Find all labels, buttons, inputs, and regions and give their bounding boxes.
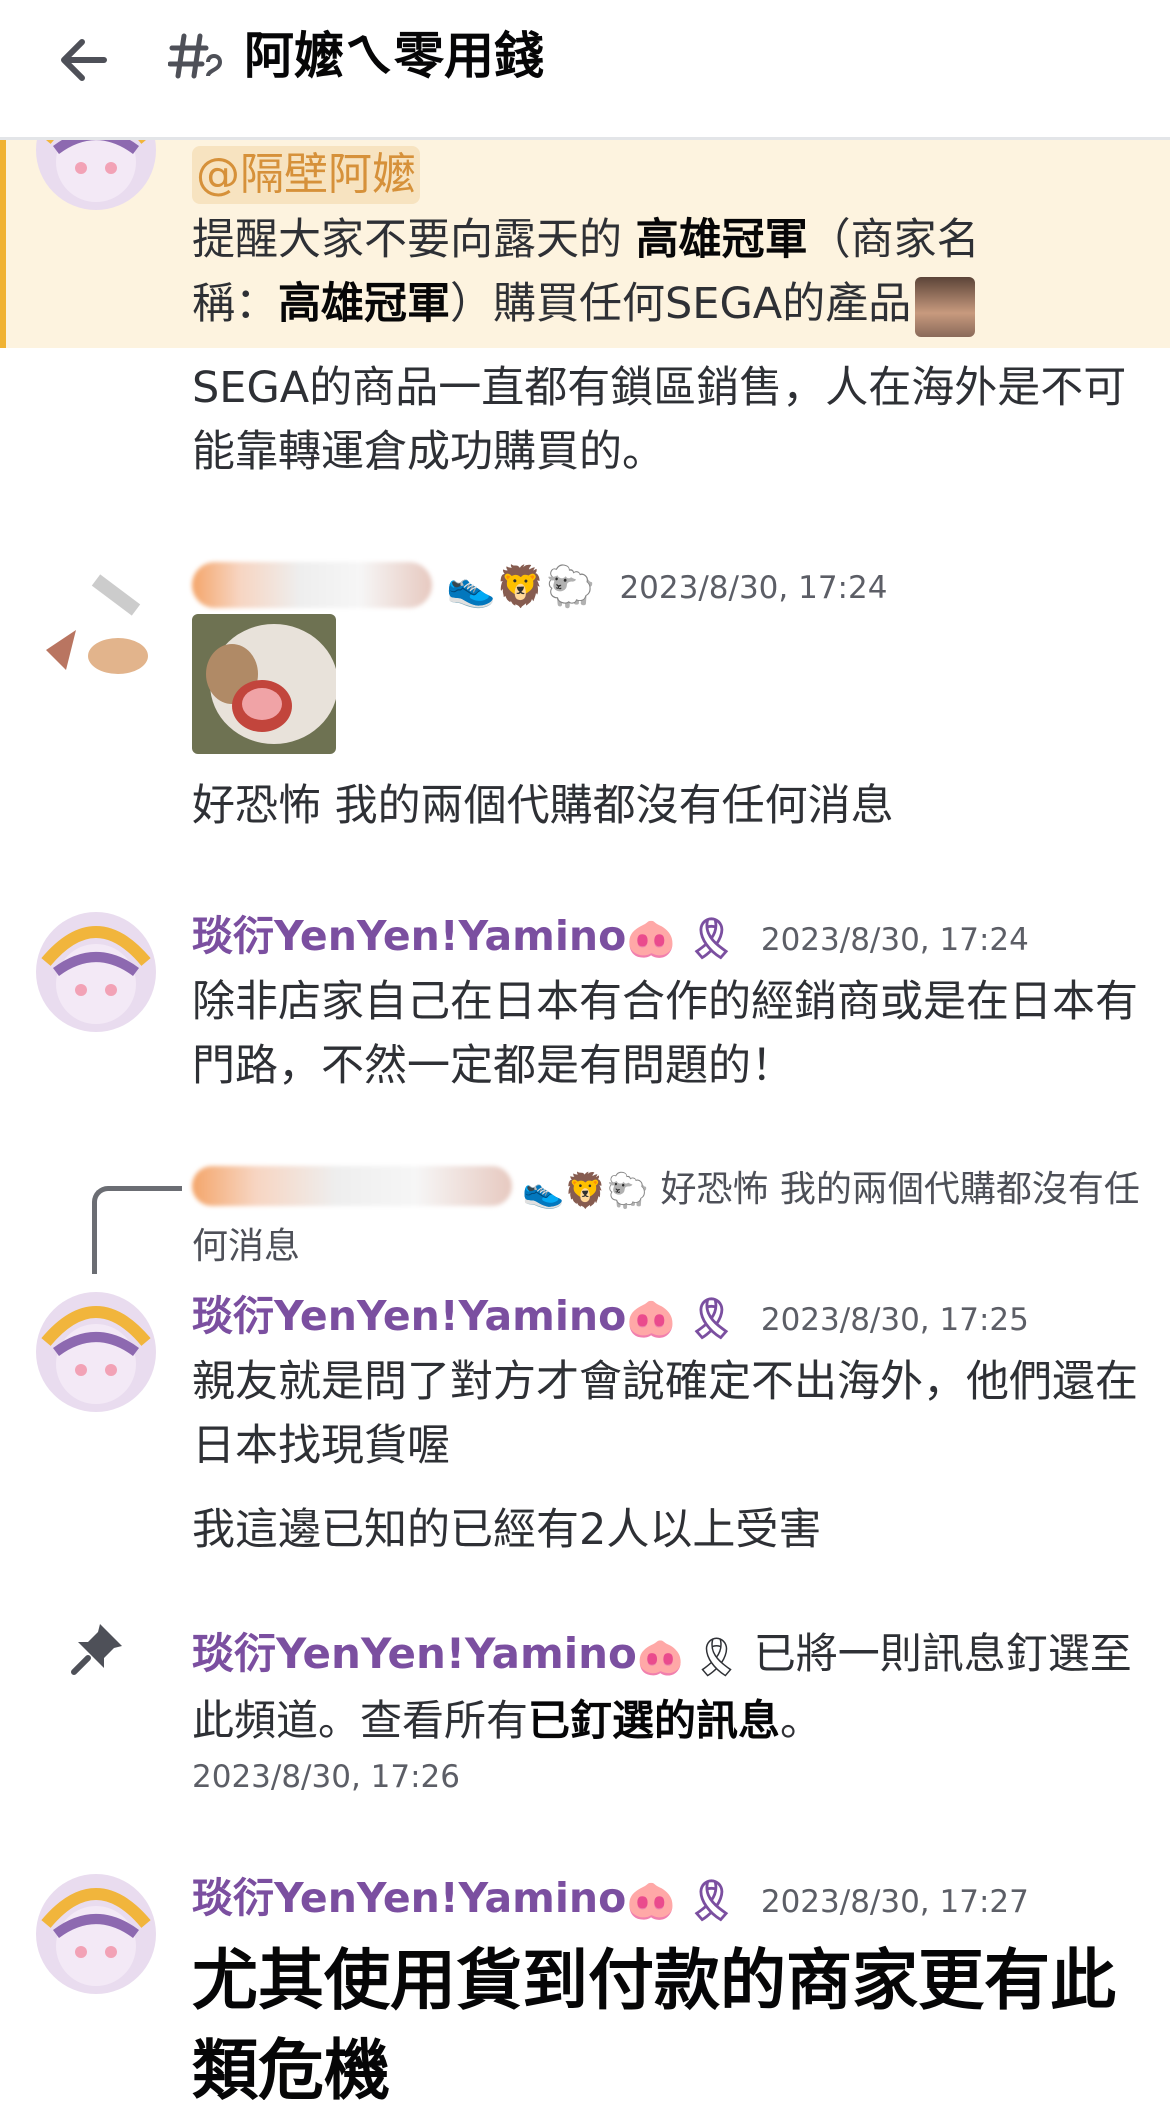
username-text: 琰衍YenYen!Yamino xyxy=(192,1292,627,1340)
yellow-ribbon-emoji: 🎗 xyxy=(692,1634,741,1679)
avatar-image xyxy=(36,560,156,680)
pig-nose-emoji: 🐽 xyxy=(626,1296,677,1342)
sheep-emoji: 🐑 xyxy=(606,1171,650,1211)
text-segment: 。 xyxy=(780,1695,823,1745)
system-message: 琰衍YenYen!Yamino🐽 🎗 已將一則訊息釘選至此頻道。查看所有已釘選的訊… xyxy=(192,1622,1142,1753)
message-text: 好恐怖 我的兩個代購都沒有任何消息 xyxy=(192,781,894,831)
reply-preview-text: 好恐怖 我的兩個代購都沒有任何消息 xyxy=(192,1169,1140,1267)
lion-emoji: 🦁 xyxy=(495,564,546,610)
timestamp: 2023/8/30, 17:24 xyxy=(760,922,1029,958)
username-text[interactable]: 琰衍YenYen!Yamino xyxy=(192,1629,637,1678)
user-mention[interactable]: @隔壁阿嬤 xyxy=(192,146,420,204)
username[interactable]: 琰衍YenYen!Yamino🐽 🎗 2023/8/30, 17:25 xyxy=(192,1288,1029,1348)
message-text: 親友就是問了對方才會說確定不出海外，他們還在日本找現貨喔 xyxy=(192,1357,1138,1471)
pin-icon xyxy=(71,1624,122,1675)
timestamp: 2023/8/30, 17:25 xyxy=(760,1302,1029,1338)
message-meta: 👟🦁🐑 2023/8/30, 17:24 xyxy=(446,556,887,616)
avatar-image xyxy=(36,1292,156,1412)
sneaker-emoji: 👟 xyxy=(522,1171,565,1211)
message-text: 我這邊已知的已經有2人以上受害 xyxy=(192,1505,822,1555)
avatar-image xyxy=(36,1874,156,1994)
timestamp: 2023/8/30, 17:27 xyxy=(760,1884,1029,1920)
cat-image xyxy=(192,614,336,754)
avatar[interactable] xyxy=(36,912,156,1032)
sneaker-emoji: 👟 xyxy=(446,564,496,610)
yellow-ribbon-emoji: 🎗 xyxy=(686,1878,737,1924)
sheep-emoji: 🐑 xyxy=(545,564,596,610)
lion-emoji: 🦁 xyxy=(564,1171,607,1211)
yellow-ribbon-emoji: 🎗 xyxy=(686,916,737,962)
avatar[interactable] xyxy=(36,1292,156,1412)
text-segment: （商家名 xyxy=(807,215,980,265)
pinned-messages-link[interactable]: 已釘選的訊息 xyxy=(528,1696,780,1745)
pig-nose-emoji: 🐽 xyxy=(626,1878,677,1924)
cat-image-attachment[interactable] xyxy=(192,614,336,754)
channel-title: 阿嬤ㄟ零用錢 xyxy=(244,27,544,85)
message-text: SEGA的商品一直都有鎖區銷售，人在海外是不可能靠轉運倉成功購買的。 xyxy=(192,363,1127,477)
avatar[interactable] xyxy=(36,560,156,680)
message-text: 提醒大家不要向露天的 高雄冠軍（商家名 稱：高雄冠軍）購買任何SEGA的產品 xyxy=(192,208,1142,337)
pig-nose-emoji: 🐽 xyxy=(636,1634,685,1679)
username[interactable]: 琰衍YenYen!Yamino🐽 🎗 2023/8/30, 17:24 xyxy=(192,908,1029,968)
blurred-username[interactable] xyxy=(192,562,432,608)
username-text: 琰衍YenYen!Yamino xyxy=(192,1874,627,1922)
custom-face-emoji xyxy=(915,276,976,337)
yellow-ribbon-emoji: 🎗 xyxy=(686,1296,737,1342)
bold-text: 高雄冠軍 xyxy=(278,279,450,329)
timestamp: 2023/8/30, 17:26 xyxy=(192,1759,460,1795)
back-button[interactable] xyxy=(48,24,120,96)
username-text: 琰衍YenYen!Yamino xyxy=(192,912,627,960)
avatar-image xyxy=(36,912,156,1032)
thread-hash-icon xyxy=(168,33,223,79)
bold-text: 高雄冠軍 xyxy=(635,215,808,265)
timestamp: 2023/8/30, 17:24 xyxy=(619,570,888,606)
bottom-edge xyxy=(0,2100,1170,2120)
channel-header: 阿嬤ㄟ零用錢 xyxy=(0,0,1170,140)
avatar[interactable] xyxy=(36,1874,156,1994)
reply-preview[interactable]: 👟🦁🐑 好恐怖 我的兩個代購都沒有任何消息 xyxy=(192,1162,1142,1275)
username[interactable]: 琰衍YenYen!Yamino🐽 🎗 2023/8/30, 17:27 xyxy=(192,1870,1029,1930)
reply-connector xyxy=(92,1186,182,1274)
text-segment: 提醒大家不要向露天的 xyxy=(192,215,636,265)
text-segment: 稱： xyxy=(192,279,278,329)
text-segment: ）購買任何SEGA的產品 xyxy=(450,279,912,329)
pig-nose-emoji: 🐽 xyxy=(626,916,677,962)
message-heading-text: 尤其使用貨到付款的商家更有此類危機 xyxy=(192,1942,1116,2109)
arrow-left-icon xyxy=(61,39,107,81)
message-text: 除非店家自己在日本有合作的經銷商或是在日本有門路，不然一定都是有問題的！ xyxy=(192,977,1138,1091)
